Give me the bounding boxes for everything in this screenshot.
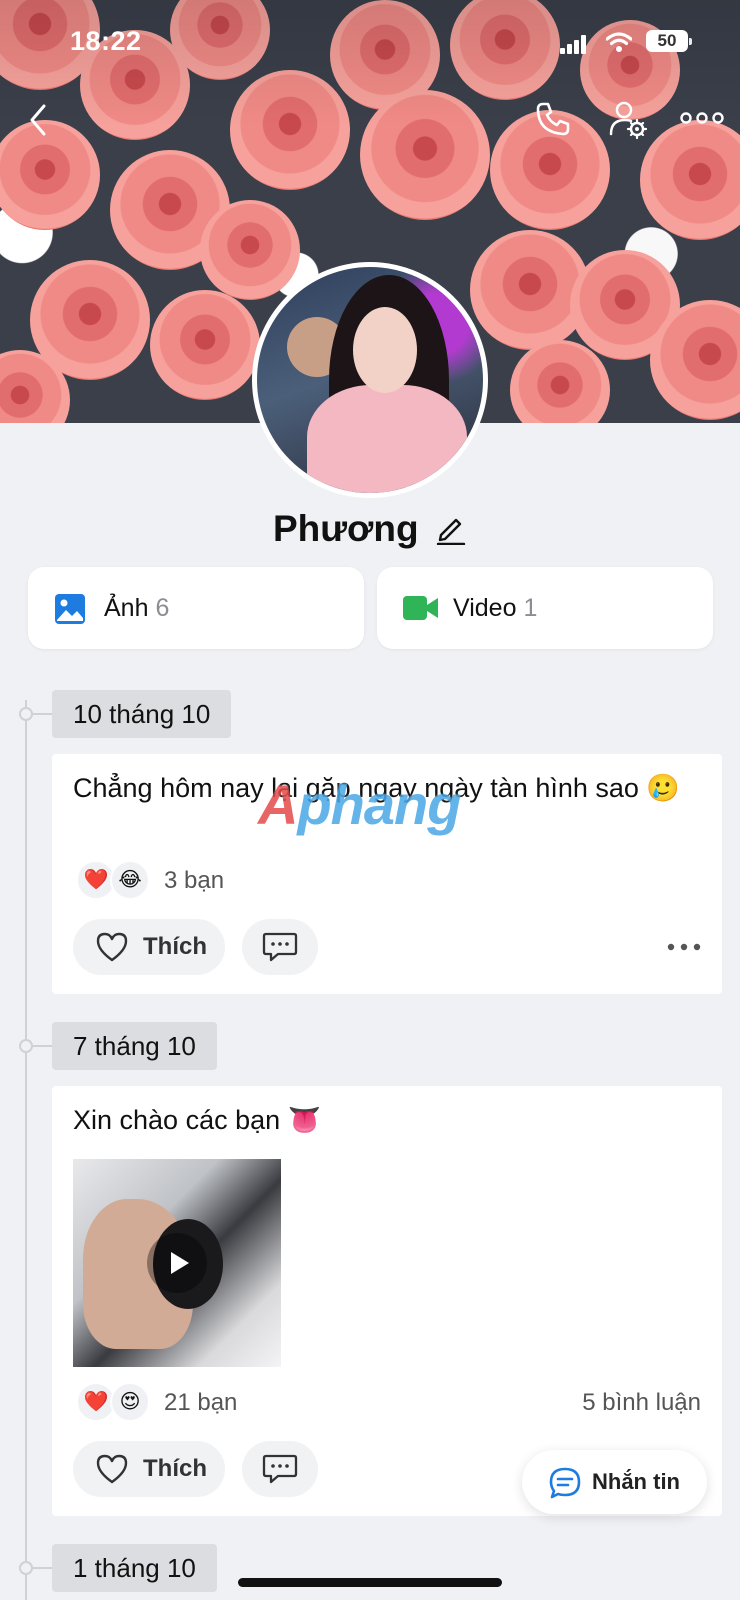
video-thumbnail[interactable] bbox=[73, 1159, 281, 1367]
timeline-dot bbox=[19, 1039, 33, 1053]
home-indicator[interactable] bbox=[238, 1578, 502, 1587]
photos-count: 6 bbox=[155, 594, 170, 622]
date-chip: 1 tháng 10 bbox=[52, 1544, 217, 1592]
videos-button[interactable]: Video 1 bbox=[377, 567, 713, 649]
reaction-count: 3 bạn bbox=[164, 867, 225, 894]
user-settings-icon[interactable] bbox=[608, 100, 648, 140]
phone-icon[interactable] bbox=[534, 100, 572, 138]
heart-outline-icon bbox=[96, 932, 128, 962]
photos-label: Ảnh bbox=[104, 594, 149, 622]
comment-button[interactable] bbox=[242, 1441, 318, 1497]
love-eyes-reaction-icon: 😍 bbox=[110, 1382, 150, 1422]
reaction-count: 21 bạn bbox=[164, 1389, 238, 1416]
profile-name-row: Phương bbox=[0, 508, 740, 550]
like-label: Thích bbox=[143, 933, 207, 960]
like-button[interactable]: Thích bbox=[73, 919, 225, 975]
videos-label: Video bbox=[453, 594, 517, 622]
post-more-icon[interactable] bbox=[666, 941, 702, 953]
videos-count: 1 bbox=[523, 594, 538, 622]
laugh-reaction-icon: 😂 bbox=[110, 860, 150, 900]
heart-outline-icon bbox=[96, 1454, 128, 1484]
edit-name-icon[interactable] bbox=[435, 513, 467, 545]
comment-button[interactable] bbox=[242, 919, 318, 975]
post-text: Xin chào các bạn 👅 bbox=[73, 1105, 322, 1135]
timeline-dot bbox=[19, 1561, 33, 1575]
battery-indicator: 50 bbox=[646, 30, 692, 52]
more-icon[interactable] bbox=[680, 106, 724, 130]
like-label: Thích bbox=[143, 1455, 207, 1482]
status-time: 18:22 bbox=[70, 26, 142, 56]
play-icon[interactable] bbox=[147, 1233, 207, 1293]
chat-bubble-icon bbox=[549, 1467, 581, 1499]
back-icon[interactable] bbox=[24, 100, 54, 140]
message-button-label: Nhắn tin bbox=[592, 1469, 680, 1494]
date-chip: 10 tháng 10 bbox=[52, 690, 232, 738]
wifi-icon bbox=[606, 32, 632, 52]
signal-icon bbox=[560, 34, 588, 54]
status-bar: 18:22 50 bbox=[0, 22, 740, 62]
timeline-dot bbox=[19, 707, 33, 721]
profile-avatar[interactable] bbox=[252, 262, 488, 498]
timeline-line bbox=[25, 700, 27, 1600]
video-camera-icon bbox=[403, 596, 438, 620]
date-chip: 7 tháng 10 bbox=[52, 1022, 217, 1070]
comment-icon bbox=[262, 932, 298, 962]
photos-button[interactable]: Ảnh 6 bbox=[28, 567, 364, 649]
message-button[interactable]: Nhắn tin bbox=[522, 1450, 707, 1514]
comment-count[interactable]: 5 bình luận bbox=[582, 1389, 701, 1417]
like-button[interactable]: Thích bbox=[73, 1441, 225, 1497]
profile-name: Phương bbox=[272, 508, 419, 549]
photo-icon bbox=[55, 594, 85, 624]
comment-icon bbox=[262, 1454, 298, 1484]
watermark-logo: Aphang bbox=[258, 773, 461, 836]
